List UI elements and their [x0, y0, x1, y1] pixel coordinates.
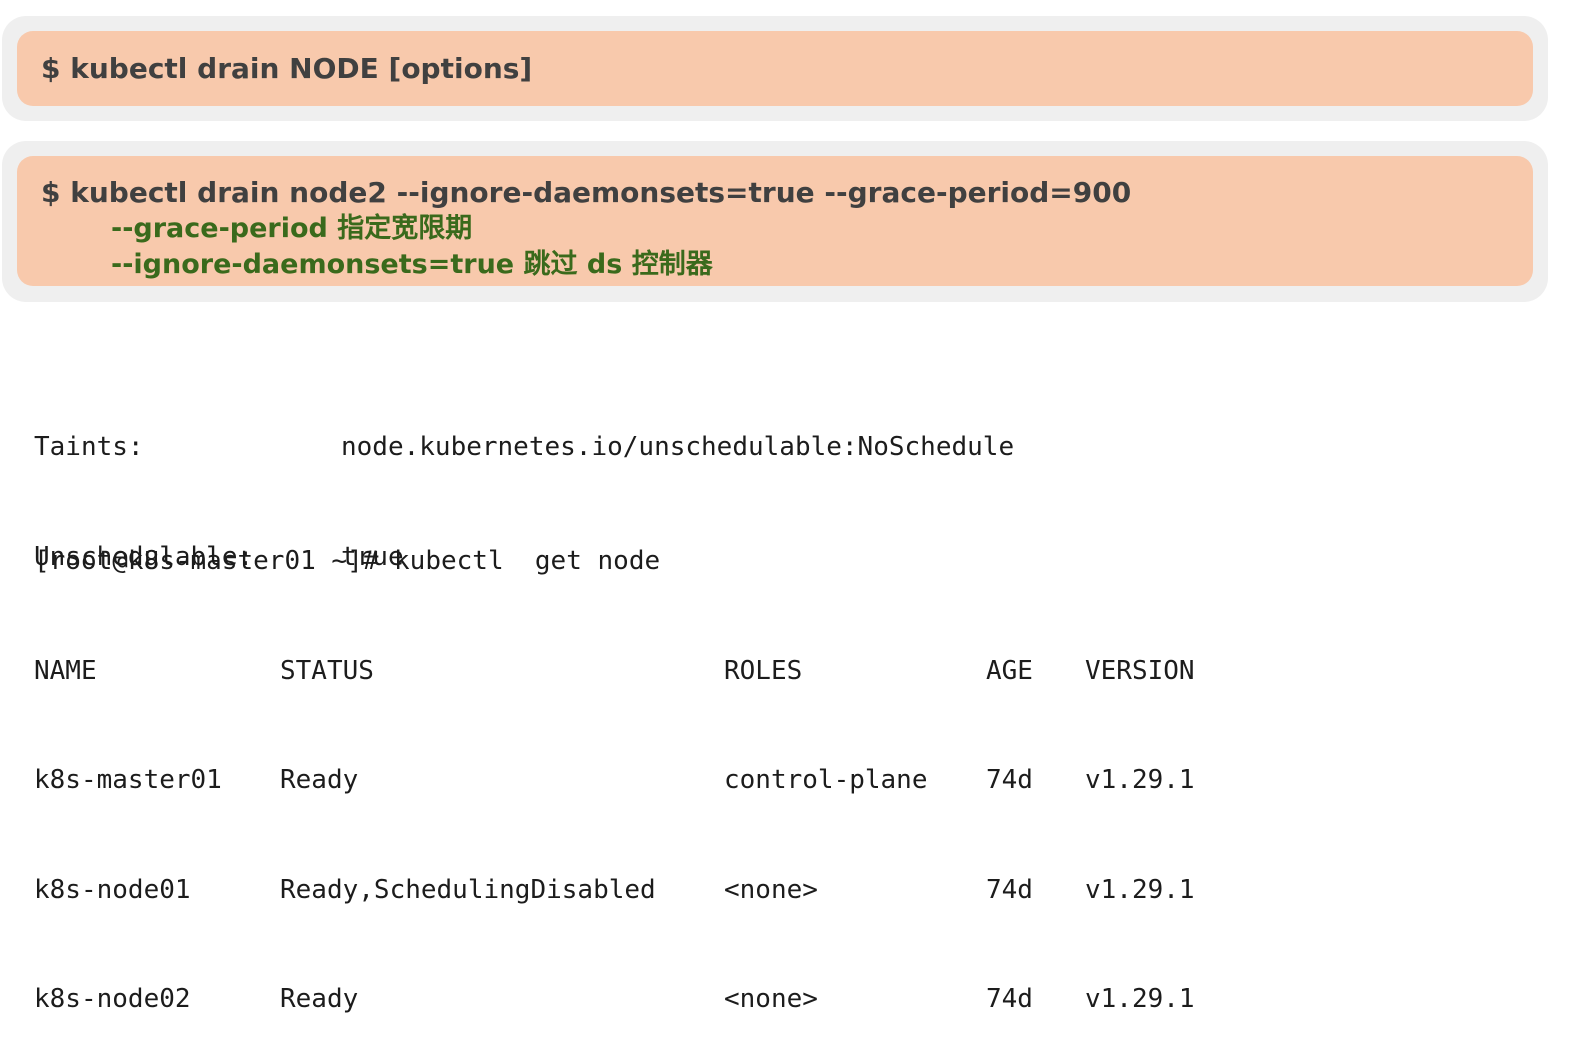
node-age: 74d — [986, 984, 1033, 1014]
node-version: v1.29.1 — [1085, 874, 1195, 905]
drain-syntax-box: $ kubectl drain NODE [options] — [17, 31, 1533, 106]
header-age: AGE — [986, 655, 1033, 686]
describe-value: node.kubernetes.io/unschedulable:NoSched… — [341, 432, 1015, 462]
drain-syntax-card: $ kubectl drain NODE [options] — [2, 16, 1548, 121]
drain-example-command: $ kubectl drain node2 --ignore-daemonset… — [41, 176, 1132, 209]
table-header-row: NAME STATUS ROLES AGE VERSION — [34, 653, 1195, 690]
drain-example-box: $ kubectl drain node2 --ignore-daemonset… — [17, 156, 1533, 286]
node-roles: <none> — [724, 984, 818, 1014]
node-status: Ready — [280, 984, 359, 1014]
node-age: 74d — [986, 874, 1033, 905]
grace-period-note: --grace-period 指定宽限期 — [111, 213, 473, 244]
table-row: k8s-node02 Ready <none> 74d v1.29.1 — [34, 981, 1195, 1018]
header-version: VERSION — [1085, 655, 1195, 686]
get-node-output: [root@k8s-master01 ~]# kubectl get node … — [34, 470, 1195, 1054]
node-version: v1.29.1 — [1085, 765, 1195, 795]
header-status: STATUS — [280, 655, 374, 686]
table-row: k8s-master01 Ready control-plane 74d v1.29.1 — [34, 762, 1195, 799]
node-version: v1.29.1 — [1085, 984, 1195, 1014]
ignore-daemonsets-note: --ignore-daemonsets=true 跳过 ds 控制器 — [111, 249, 713, 280]
node-status: Ready,SchedulingDisabled — [280, 874, 656, 905]
shell-prompt-line: [root@k8s-master01 ~]# kubectl get node — [34, 546, 661, 576]
describe-key: Taints: — [34, 432, 144, 462]
describe-row-taints: Taints: node.kubernetes.io/unschedulable:… — [34, 429, 1014, 466]
node-name: k8s-node02 — [34, 984, 191, 1014]
header-roles: ROLES — [724, 655, 803, 686]
node-name: k8s-node01 — [34, 874, 191, 905]
drain-syntax-command: $ kubectl drain NODE [options] — [41, 51, 533, 85]
node-age: 74d — [986, 765, 1033, 795]
node-status: Ready — [280, 765, 359, 795]
table-row: k8s-node01 Ready,SchedulingDisabled <none>… — [34, 872, 1195, 909]
node-roles: <none> — [724, 874, 818, 905]
drain-example-card: $ kubectl drain node2 --ignore-daemonset… — [2, 141, 1548, 302]
node-name: k8s-master01 — [34, 765, 222, 795]
header-name: NAME — [34, 655, 97, 686]
node-roles: control-plane — [724, 765, 928, 795]
